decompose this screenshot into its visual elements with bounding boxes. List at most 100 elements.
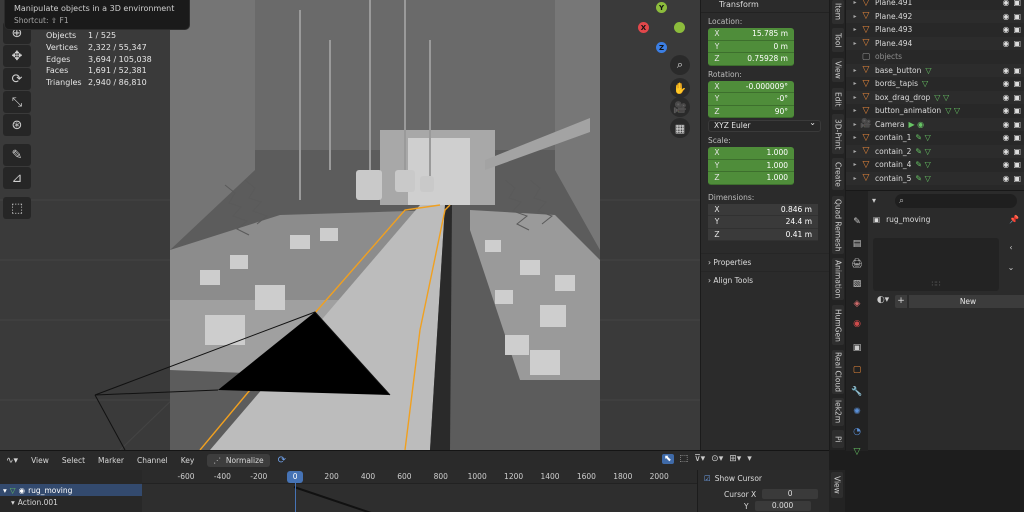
ortho-grid-icon[interactable]: ▦	[670, 118, 690, 138]
expand-arrow-icon[interactable]: ▸	[850, 161, 860, 168]
refresh-icon[interactable]: ⟳	[278, 455, 286, 466]
outliner-row[interactable]: ▸ ▽ contain_2 ✎ ▽ ◉ ▣	[846, 144, 1024, 158]
object-tab-icon[interactable]: ▢	[850, 363, 864, 377]
eye-icon[interactable]: ◉	[1002, 93, 1009, 102]
particles-tab-icon[interactable]: ✺	[850, 405, 864, 419]
render-visibility-icon[interactable]: ▣	[1013, 160, 1021, 169]
eye-icon[interactable]: ◉	[1002, 66, 1009, 75]
tab-humgen[interactable]: HumGen	[832, 305, 844, 345]
render-visibility-icon[interactable]: ▣	[1013, 25, 1021, 34]
tab-quad-remesh[interactable]: Quad Remesh	[832, 196, 844, 254]
cursor-y-field[interactable]: 0.000	[754, 501, 811, 511]
expand-arrow-icon[interactable]: ▸	[850, 0, 860, 6]
outliner-row[interactable]: ▸ ▽ base_button ▽ ◉ ▣	[846, 63, 1024, 77]
render-visibility-icon[interactable]: ▣	[1013, 120, 1021, 129]
align-tools-subpanel[interactable]: › Align Tools	[701, 271, 829, 289]
axis-neg-y-icon[interactable]	[674, 22, 685, 33]
expand-arrow-icon[interactable]: ▸	[850, 67, 860, 74]
view-layer-tab-icon[interactable]: ▧	[850, 277, 864, 291]
navigation-gizmo[interactable]: Y X Z ⌕ ✋ 🎥 ▦	[638, 0, 698, 150]
output-tab-icon[interactable]: 🖨	[850, 257, 864, 271]
dimension-y-field[interactable]: Y 24.4 m	[708, 216, 818, 229]
dimension-x-field[interactable]: X 0.846 m	[708, 203, 818, 216]
tab-real-cloud[interactable]: Real Cloud	[832, 350, 844, 394]
scale-x-field[interactable]: X 1.000	[708, 147, 794, 160]
rotation-mode-select[interactable]: XYZ Euler	[708, 118, 821, 132]
outliner-row[interactable]: ▸ ▽ button_animation ▽ ▽ ◉ ▣	[846, 104, 1024, 118]
tab-tool[interactable]: Tool	[832, 28, 844, 52]
eye-icon[interactable]: ◉	[1002, 12, 1009, 21]
expand-arrow-icon[interactable]: ▸	[850, 148, 860, 155]
outliner-row[interactable]: ▸ ▽ Plane.491 ◉ ▣	[846, 0, 1024, 10]
eye-icon[interactable]: ◉	[1002, 120, 1009, 129]
axis-z-icon[interactable]: Z	[656, 42, 667, 53]
eye-icon[interactable]: ◉	[1002, 0, 1009, 7]
expand-arrow-icon[interactable]: ▸	[850, 175, 860, 182]
render-visibility-icon[interactable]: ▣	[1013, 0, 1021, 7]
outliner-row[interactable]: ▸ ▽ Plane.493 ◉ ▣	[846, 23, 1024, 37]
tab-animation[interactable]: Animation	[832, 258, 844, 300]
annotate-icon[interactable]: ✎	[3, 144, 31, 166]
render-visibility-icon[interactable]: ▣	[1013, 66, 1021, 75]
transform-header[interactable]: Transform	[701, 0, 829, 13]
tool-tab-icon[interactable]: ✎	[850, 215, 864, 229]
location-z-field[interactable]: Z 0.75928 m	[708, 53, 794, 66]
properties-subpanel[interactable]: › Properties	[701, 253, 829, 271]
expand-arrow-icon[interactable]: ▸	[850, 107, 860, 114]
editor-type-icon[interactable]: ∿▾	[6, 456, 18, 466]
tab-3d-print[interactable]: 3D-Print	[832, 114, 844, 154]
rotation-y-field[interactable]: Y -0°	[708, 93, 794, 106]
render-visibility-icon[interactable]: ▣	[1013, 12, 1021, 21]
tab-create[interactable]: Create	[832, 158, 844, 190]
collection-tab-icon[interactable]: ▣	[850, 341, 864, 355]
render-visibility-icon[interactable]: ▣	[1013, 147, 1021, 156]
properties-search-input[interactable]: ⌕	[895, 194, 1017, 208]
outliner-row[interactable]: ▸ ▽ box_drag_drop ▽ ▽ ◉ ▣	[846, 90, 1024, 104]
menu-view[interactable]: View	[31, 456, 49, 465]
menu-channel[interactable]: Channel	[137, 456, 168, 465]
render-visibility-icon[interactable]: ▣	[1013, 79, 1021, 88]
outliner-row[interactable]: ▢ objects	[846, 50, 1024, 64]
rotation-x-field[interactable]: X -0.000009°	[708, 80, 794, 93]
outliner[interactable]: ▸ ▽ Plane.491 ◉ ▣ ▸ ▽ Plane.492 ◉ ▣ ▸ ▽ Plane.493 ◉ ▣ ▸…	[845, 0, 1024, 190]
pan-icon[interactable]: ✋	[670, 78, 690, 98]
scene-tab-icon[interactable]: ◈	[850, 297, 864, 311]
tab-lek2m[interactable]: lek2m	[832, 398, 844, 426]
eye-icon[interactable]: ◉	[19, 486, 26, 495]
graph-area[interactable]: -600 -400 -200 0 200 400 600 800 1000 1200 1400 160…	[142, 470, 697, 512]
dimension-z-field[interactable]: Z 0.41 m	[708, 228, 818, 241]
pivot-icon[interactable]: ⊙▾	[711, 454, 723, 464]
axis-x-icon[interactable]: X	[638, 22, 649, 33]
expand-arrow-icon[interactable]: ▸	[850, 134, 860, 141]
expand-arrow-icon[interactable]: ▸	[850, 94, 860, 101]
slot-list[interactable]: ∷∷	[873, 238, 999, 291]
modifier-tab-icon[interactable]: 🔧	[850, 385, 864, 399]
3d-viewport[interactable]: Manipulate objects in a 3D environment S…	[0, 0, 700, 450]
outliner-row[interactable]: ▸ 🎥 Camera ▶ ◉ ◉ ▣	[846, 117, 1024, 131]
tab-pi[interactable]: Pi	[832, 430, 844, 448]
transform-icon[interactable]: ⊛	[3, 114, 31, 136]
world-tab-icon[interactable]: ◉	[850, 317, 864, 331]
eye-icon[interactable]: ◉	[1002, 25, 1009, 34]
rotate-icon[interactable]: ⟳	[3, 68, 31, 90]
render-visibility-icon[interactable]: ▣	[1013, 133, 1021, 142]
only-selected-icon[interactable]: ⬉	[662, 454, 674, 464]
outliner-row[interactable]: ▸ ▽ contain_5 ✎ ▽ ◉ ▣	[846, 171, 1024, 185]
render-visibility-icon[interactable]: ▣	[1013, 174, 1021, 183]
filter-icon[interactable]: ⊽▾	[694, 454, 705, 464]
add-cube-icon[interactable]: ⬚	[3, 197, 31, 219]
move-icon[interactable]: ✥	[3, 45, 31, 67]
eye-icon[interactable]: ◉	[1002, 174, 1009, 183]
menu-select[interactable]: Select	[62, 456, 85, 465]
eye-icon[interactable]: ◉	[1002, 160, 1009, 169]
add-slot-icon[interactable]: ‹	[1005, 238, 1017, 258]
menu-key[interactable]: Key	[181, 456, 195, 465]
new-button[interactable]: New	[909, 295, 1024, 308]
eye-icon[interactable]: ◉	[1002, 79, 1009, 88]
expand-icon[interactable]: ▾	[11, 498, 15, 507]
pin-icon[interactable]: 📌	[1009, 215, 1019, 224]
add-icon[interactable]: +	[895, 295, 907, 308]
location-x-field[interactable]: X 15.785 m	[708, 28, 794, 41]
menu-marker[interactable]: Marker	[98, 456, 124, 465]
editor-menu-icon[interactable]: ▾	[872, 196, 876, 205]
